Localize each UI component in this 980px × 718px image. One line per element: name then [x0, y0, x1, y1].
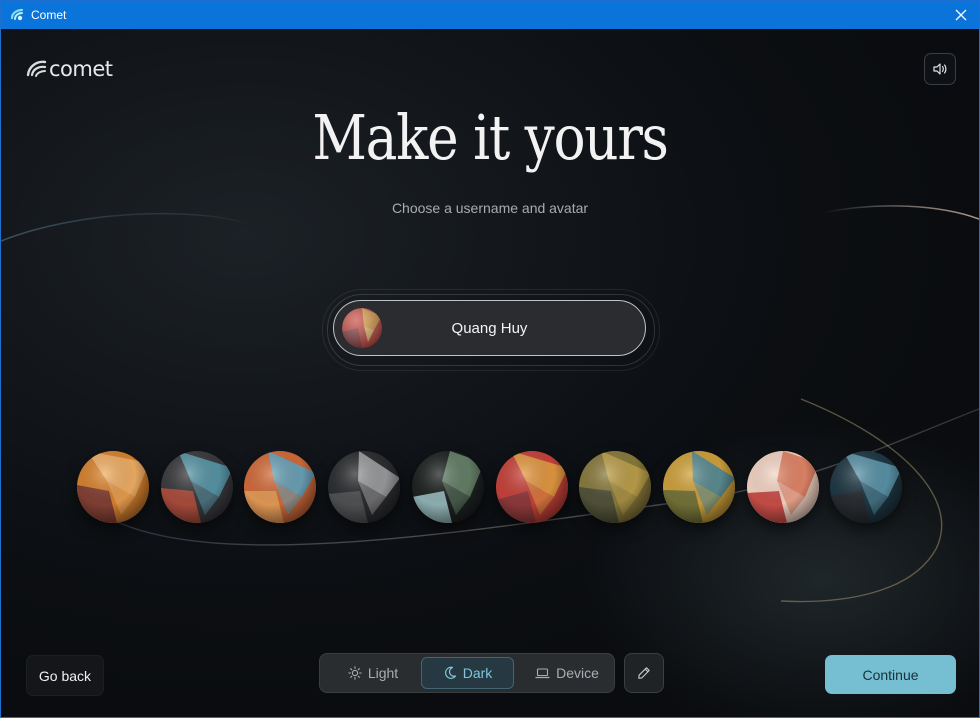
- avatar-4-sphere: [328, 451, 401, 523]
- avatar-6[interactable]: [495, 451, 568, 523]
- app-window: Comet comet Make it yours Choose a usern…: [0, 0, 980, 718]
- avatar-8[interactable]: [662, 451, 735, 523]
- continue-button[interactable]: Continue: [825, 655, 956, 694]
- sun-icon: [348, 666, 362, 680]
- logo-wordmark: comet: [49, 57, 113, 81]
- avatar-8-sphere: [662, 451, 735, 523]
- theme-option-dark[interactable]: Dark: [421, 657, 514, 689]
- avatar-2[interactable]: [160, 451, 233, 523]
- page-title: Make it yours: [312, 101, 669, 174]
- avatar-5[interactable]: [411, 451, 484, 523]
- avatar-1[interactable]: [77, 451, 149, 523]
- theme-switcher: Light Dark Device: [319, 653, 615, 693]
- avatar-3-sphere: [244, 451, 317, 523]
- avatar-2-sphere: [160, 451, 233, 523]
- close-icon: [955, 9, 967, 21]
- comet-logo: comet: [25, 57, 113, 81]
- theme-option-device[interactable]: Device: [524, 657, 610, 689]
- comet-logo-icon: [26, 60, 47, 77]
- username-input[interactable]: Quang Huy: [333, 300, 646, 356]
- theme-option-light-label: Light: [367, 665, 399, 681]
- laptop-icon: [535, 668, 550, 679]
- selected-avatar-preview: [342, 308, 382, 348]
- close-button[interactable]: [949, 3, 973, 27]
- avatar-9[interactable]: [746, 451, 819, 523]
- window-title: Comet: [31, 8, 67, 22]
- theme-option-light[interactable]: Light: [332, 657, 414, 689]
- avatar-9-sphere: [746, 451, 819, 523]
- avatar-10[interactable]: [830, 451, 903, 523]
- speaker-icon: [933, 63, 947, 75]
- title-bar: Comet: [1, 1, 979, 29]
- avatar-5-sphere: [411, 451, 484, 523]
- edit-button[interactable]: [624, 653, 664, 693]
- theme-option-dark-label: Dark: [462, 665, 493, 681]
- sound-toggle-button[interactable]: [924, 53, 956, 85]
- go-back-button[interactable]: Go back: [26, 655, 104, 696]
- pencil-icon: [638, 667, 650, 679]
- avatar-1-sphere: [77, 451, 149, 523]
- onboarding-stage: comet Make it yours Choose a username an…: [1, 29, 979, 717]
- avatar-7-sphere: [579, 451, 652, 523]
- avatar-10-sphere: [830, 451, 903, 523]
- avatar-4[interactable]: [328, 451, 401, 523]
- theme-option-device-label: Device: [556, 665, 599, 681]
- page-subtitle: Choose a username and avatar: [391, 200, 589, 216]
- avatar-3[interactable]: [244, 451, 317, 523]
- moon-icon: [444, 666, 456, 679]
- avatar-7[interactable]: [579, 451, 652, 523]
- comet-logo-icon: [10, 8, 24, 21]
- avatar-6-sphere: [495, 451, 568, 523]
